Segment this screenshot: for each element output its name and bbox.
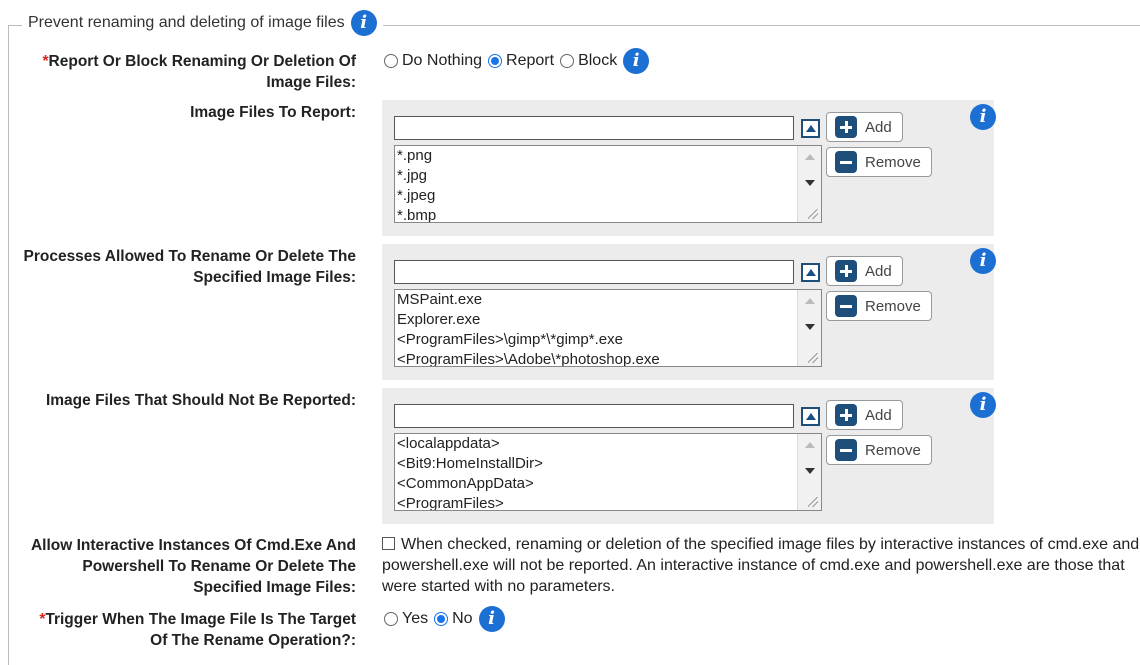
info-icon[interactable]: i xyxy=(970,104,996,130)
processes-allowed-label: Processes Allowed To Rename Or Delete Th… xyxy=(23,248,356,286)
processes-allowed-panel: MSPaint.exe Explorer.exe <ProgramFiles>\… xyxy=(382,244,996,380)
list-item[interactable]: <localappdata> xyxy=(395,434,821,454)
plus-icon xyxy=(835,404,857,426)
info-icon[interactable]: i xyxy=(623,48,650,74)
remove-button[interactable]: Remove xyxy=(826,435,932,465)
plus-icon xyxy=(835,260,857,282)
scroll-up-icon[interactable] xyxy=(805,442,815,448)
not-reported-list[interactable]: <localappdata> <Bit9:HomeInstallDir> <Co… xyxy=(394,433,822,511)
resize-grip-icon[interactable] xyxy=(808,497,818,507)
list-item[interactable]: <ProgramFiles>\Adobe\*photoshop.exe xyxy=(395,350,821,366)
interactive-instances-checkbox[interactable] xyxy=(382,537,395,550)
radio-do-nothing-label[interactable]: Do Nothing xyxy=(402,52,482,70)
radio-block-label[interactable]: Block xyxy=(578,52,617,70)
scroll-down-icon[interactable] xyxy=(805,324,815,330)
interactive-instances-label: Allow Interactive Instances Of Cmd.Exe A… xyxy=(30,537,356,596)
section-legend: Prevent renaming and deleting of image f… xyxy=(22,10,383,36)
radio-report[interactable] xyxy=(488,54,503,68)
image-files-to-report-list[interactable]: *.png *.jpg *.jpeg *.bmp xyxy=(394,145,822,223)
not-reported-panel: <localappdata> <Bit9:HomeInstallDir> <Co… xyxy=(382,388,996,524)
scroll-down-icon[interactable] xyxy=(805,468,815,474)
move-up-button[interactable] xyxy=(801,263,820,282)
add-button[interactable]: Add xyxy=(826,256,903,286)
resize-grip-icon[interactable] xyxy=(808,209,818,219)
image-files-to-report-panel: *.png *.jpg *.jpeg *.bmp Add Remove i xyxy=(382,100,996,236)
add-button[interactable]: Add xyxy=(826,112,903,142)
scroll-up-icon[interactable] xyxy=(805,154,815,160)
list-item[interactable]: *.png xyxy=(395,146,821,166)
list-item[interactable]: *.jpeg xyxy=(395,186,821,206)
list-item[interactable]: <CommonAppData> xyxy=(395,474,821,494)
interactive-instances-row: When checked, renaming or deletion of th… xyxy=(382,534,1140,597)
info-icon[interactable]: i xyxy=(350,10,377,36)
add-button[interactable]: Add xyxy=(826,400,903,430)
report-or-block-radio-group: Do Nothing Report Block i xyxy=(382,48,650,74)
trigger-target-radio-group: Yes No i xyxy=(382,606,505,632)
remove-button[interactable]: Remove xyxy=(826,291,932,321)
radio-no-label[interactable]: No xyxy=(452,610,472,628)
minus-icon xyxy=(835,151,857,173)
radio-do-nothing[interactable] xyxy=(384,54,398,68)
list-item[interactable]: <Bit9:HomeInstallDir> xyxy=(395,454,821,474)
report-or-block-label: *Report Or Block Renaming Or Deletion Of… xyxy=(42,53,356,91)
section-title: Prevent renaming and deleting of image f… xyxy=(28,14,345,31)
image-files-to-report-input[interactable] xyxy=(394,116,794,140)
minus-icon xyxy=(835,295,857,317)
info-icon[interactable]: i xyxy=(478,606,505,632)
scroll-up-icon[interactable] xyxy=(805,298,815,304)
minus-icon xyxy=(835,439,857,461)
list-item[interactable]: MSPaint.exe xyxy=(395,290,821,310)
radio-yes[interactable] xyxy=(384,612,398,626)
not-reported-label: Image Files That Should Not Be Reported: xyxy=(45,392,356,409)
scroll-down-icon[interactable] xyxy=(805,180,815,186)
radio-block[interactable] xyxy=(560,54,575,68)
radio-report-label[interactable]: Report xyxy=(506,52,554,70)
list-item[interactable]: *.jpg xyxy=(395,166,821,186)
resize-grip-icon[interactable] xyxy=(808,353,818,363)
list-item[interactable]: Explorer.exe xyxy=(395,310,821,330)
list-scrollbar[interactable] xyxy=(797,146,821,222)
info-icon[interactable]: i xyxy=(970,248,996,274)
trigger-target-label: *Trigger When The Image File Is The Targ… xyxy=(39,611,356,649)
remove-button[interactable]: Remove xyxy=(826,147,932,177)
plus-icon xyxy=(835,116,857,138)
list-item[interactable]: <ProgramFiles> xyxy=(395,494,821,510)
image-files-to-report-label: Image Files To Report: xyxy=(190,104,356,121)
move-up-button[interactable] xyxy=(801,407,820,426)
list-scrollbar[interactable] xyxy=(797,290,821,366)
processes-allowed-input[interactable] xyxy=(394,260,794,284)
list-scrollbar[interactable] xyxy=(797,434,821,510)
list-item[interactable]: *.bmp xyxy=(395,206,821,222)
radio-no[interactable] xyxy=(434,612,449,626)
interactive-instances-description: When checked, renaming or deletion of th… xyxy=(382,536,1140,595)
radio-yes-label[interactable]: Yes xyxy=(402,610,428,628)
info-icon[interactable]: i xyxy=(970,392,996,418)
not-reported-input[interactable] xyxy=(394,404,794,428)
list-item[interactable]: <ProgramFiles>\gimp*\*gimp*.exe xyxy=(395,330,821,350)
move-up-button[interactable] xyxy=(801,119,820,138)
processes-allowed-list[interactable]: MSPaint.exe Explorer.exe <ProgramFiles>\… xyxy=(394,289,822,367)
